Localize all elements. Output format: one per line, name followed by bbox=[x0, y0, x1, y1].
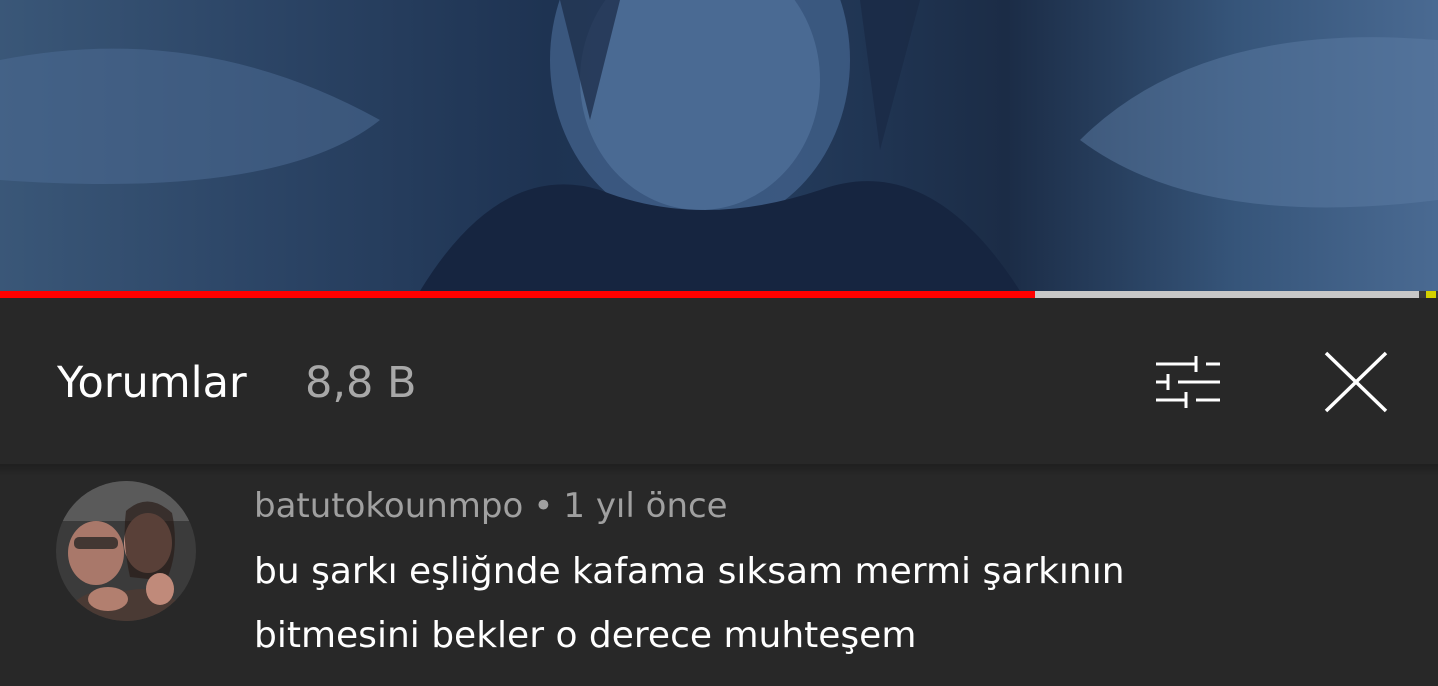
sliders-icon bbox=[1156, 356, 1220, 408]
comment-meta: batutokounmpo • 1 yıl önce bbox=[254, 484, 728, 528]
avatar-photo bbox=[56, 481, 196, 621]
video-player[interactable] bbox=[0, 0, 1438, 291]
comment-item[interactable]: batutokounmpo • 1 yıl önce bu şarkı eşliğn… bbox=[0, 476, 1438, 686]
video-progress-bar[interactable] bbox=[0, 291, 1438, 298]
comments-title: Yorumlar bbox=[57, 358, 247, 408]
comments-header: Yorumlar 8,8 B bbox=[0, 298, 1438, 464]
comment-author[interactable]: batutokounmpo bbox=[254, 486, 523, 526]
comment-time: 1 yıl önce bbox=[563, 486, 728, 526]
comment-text: bu şarkı eşliğnde kafama sıksam mermi şa… bbox=[254, 540, 1354, 668]
progress-played bbox=[0, 291, 1035, 298]
comments-count: 8,8 B bbox=[305, 358, 417, 408]
progress-marker bbox=[1426, 291, 1436, 298]
avatar[interactable] bbox=[56, 481, 196, 621]
close-icon bbox=[1324, 351, 1388, 413]
comment-text-line: bu şarkı eşliğnde kafama sıksam mermi şa… bbox=[254, 551, 1125, 592]
video-frame bbox=[0, 0, 1438, 291]
header-divider bbox=[0, 464, 1438, 476]
sort-filter-button[interactable] bbox=[1152, 348, 1222, 418]
comment-text-line: bitmesini bekler o derece muhteşem bbox=[254, 615, 917, 656]
meta-separator: • bbox=[533, 486, 554, 526]
close-button[interactable] bbox=[1320, 348, 1390, 418]
